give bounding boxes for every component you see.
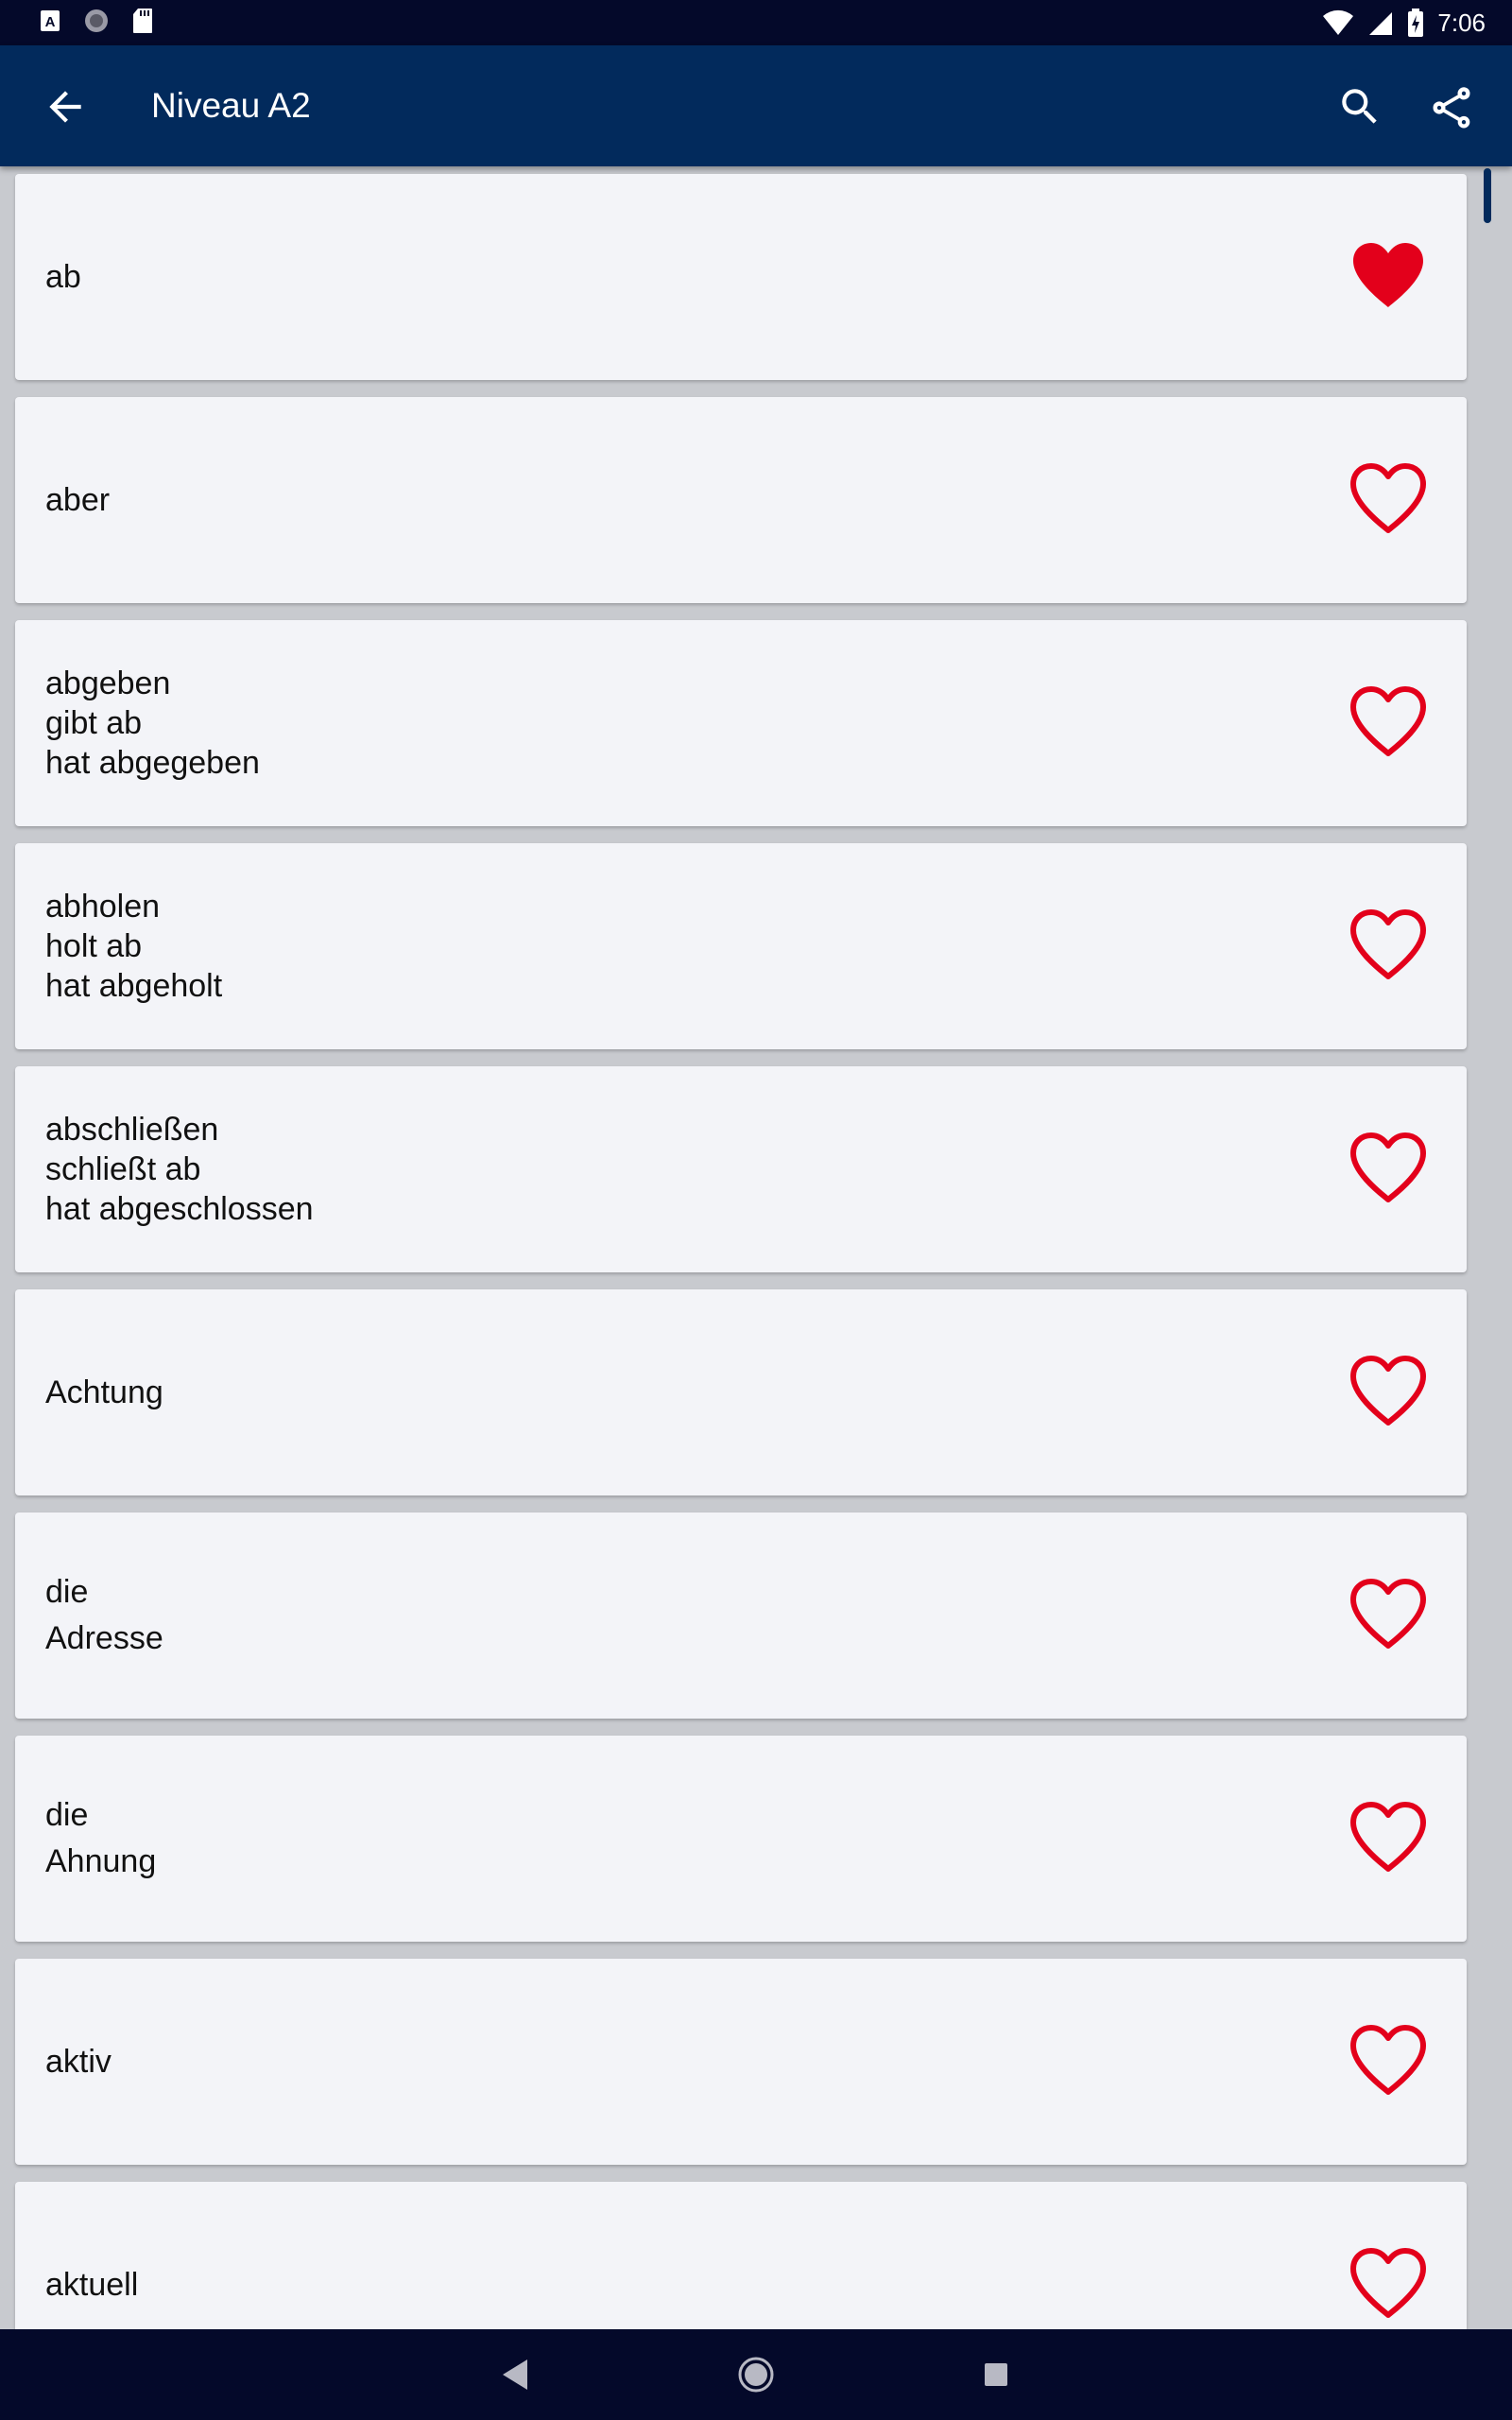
status-bar: A 7:06 [0,0,1512,45]
back-arrow-icon[interactable] [42,83,89,130]
svg-text:A: A [45,14,56,30]
word-card[interactable]: aktiv [15,1959,1467,2165]
word-line: abgeben [45,666,171,701]
sd-card-icon [133,9,152,33]
word-text: abschließen schließt ab hat abgeschlossen [45,1066,1274,1272]
word-line: holt ab [45,928,143,964]
word-line: die [45,1574,89,1610]
word-line: die [45,1797,89,1833]
word-card[interactable]: ab [15,174,1467,380]
app-bar: Niveau A2 [0,45,1512,166]
status-right-icons: 7:06 [1322,6,1486,40]
word-line: hat abgeholt [45,968,223,1004]
word-card[interactable]: die Adresse [15,1512,1467,1719]
heart-outline-icon[interactable] [1348,2245,1429,2321]
word-text: aktiv [45,1959,1274,2165]
heart-outline-icon[interactable] [1348,1799,1429,1875]
status-left-icons: A [40,8,153,34]
word-line: aber [45,482,111,518]
heart-outline-icon[interactable] [1348,2022,1429,2098]
wifi-icon [1323,9,1354,36]
a-box-icon: A [41,10,60,31]
word-line: Ahnung [45,1843,157,1879]
word-line: abholen [45,889,161,925]
word-card[interactable]: abholen holt ab hat abgeholt [15,843,1467,1049]
word-line: aktiv [45,2044,112,2080]
word-line: Adresse [45,1620,163,1656]
home-circle-icon[interactable] [737,2356,775,2394]
search-icon[interactable] [1336,83,1383,130]
word-line: aktuell [45,2267,139,2303]
word-line: hat abgeschlossen [45,1191,314,1227]
heart-outline-icon[interactable] [1348,1130,1429,1205]
heart-outline-icon[interactable] [1348,1576,1429,1651]
heart-outline-icon[interactable] [1348,907,1429,982]
vocabulary-list[interactable]: ab aber abgeben gibt ab hat abgegeben abholen… [0,166,1512,2329]
word-card[interactable]: abschließen schließt ab hat abgeschlossen [15,1066,1467,1272]
word-card[interactable]: aktuell [15,2182,1467,2329]
word-text: ab [45,174,1274,380]
word-text: abholen holt ab hat abgeholt [45,843,1274,1049]
heart-outline-icon[interactable] [1348,1353,1429,1428]
word-line: gibt ab [45,705,143,741]
scrollbar-thumb[interactable] [1484,168,1491,223]
word-text: die Ahnung [45,1736,1274,1942]
word-line: abschließen [45,1112,219,1148]
word-text: aber [45,397,1274,603]
word-text: aktuell [45,2182,1274,2329]
back-triangle-icon[interactable] [499,2356,531,2394]
circle-icon [85,9,108,32]
heart-outline-icon[interactable] [1348,460,1429,536]
word-card[interactable]: die Ahnung [15,1736,1467,1942]
word-card[interactable]: Achtung [15,1289,1467,1495]
word-line: Achtung [45,1374,163,1410]
word-text: Achtung [45,1289,1274,1495]
word-line: ab [45,259,81,295]
word-text: abgeben gibt ab hat abgegeben [45,620,1274,826]
navigation-bar [0,2329,1512,2420]
recents-square-icon[interactable] [983,2361,1009,2388]
word-card[interactable]: abgeben gibt ab hat abgegeben [15,620,1467,826]
signal-icon [1369,12,1393,35]
page-title: Niveau A2 [151,86,311,125]
word-card[interactable]: aber [15,397,1467,603]
word-line: hat abgegeben [45,745,260,781]
word-text: die Adresse [45,1512,1274,1719]
word-line: schließt ab [45,1151,201,1187]
heart-filled-icon[interactable] [1348,237,1429,313]
share-icon[interactable] [1427,83,1476,132]
battery-icon [1408,9,1424,37]
status-time: 7:06 [1437,9,1486,37]
heart-outline-icon[interactable] [1348,683,1429,759]
